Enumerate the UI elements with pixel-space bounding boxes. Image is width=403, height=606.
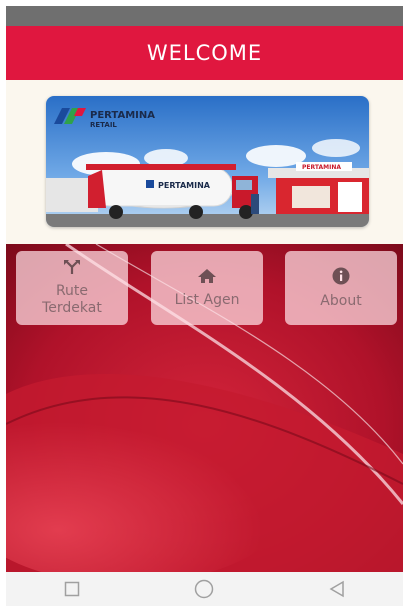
station-label: PERTAMINA [302,164,341,171]
page-title: WELCOME [146,41,263,65]
list-agen-label: List Agen [174,291,240,308]
brand-name: PERTAMINA [90,110,155,121]
recent-apps-button[interactable] [42,574,102,604]
about-label: About [320,292,362,309]
banner-image: PERTAMINA RETAIL PERTAMINA PERTAMINA [46,96,369,227]
route-nearest-button[interactable]: Rute Terdekat [16,251,128,325]
recent-apps-icon [64,581,80,597]
brand-sub: RETAIL [90,121,117,129]
app-header: WELCOME [6,26,403,80]
home-icon [197,268,217,289]
truck-label: PERTAMINA [158,181,211,190]
back-icon [329,580,344,598]
system-nav-bar [6,572,403,606]
route-label-line2: Terdekat [42,300,102,316]
route-icon [63,259,81,280]
home-nav-button[interactable] [174,574,234,604]
back-nav-button[interactable] [307,574,367,604]
info-icon [332,267,350,290]
list-agen-button[interactable]: List Agen [151,251,263,325]
main-menu-area: Rute Terdekat List Agen About [6,244,403,572]
about-button[interactable]: About [285,251,397,325]
app-screen: WELCOME PERTAMINA RETAIL PERTAMINA PERTA… [0,0,403,606]
status-bar [6,6,403,26]
route-label-line1: Rute [55,283,89,299]
home-circle-icon [195,579,214,599]
banner-area: PERTAMINA RETAIL PERTAMINA PERTAMINA [6,80,403,244]
